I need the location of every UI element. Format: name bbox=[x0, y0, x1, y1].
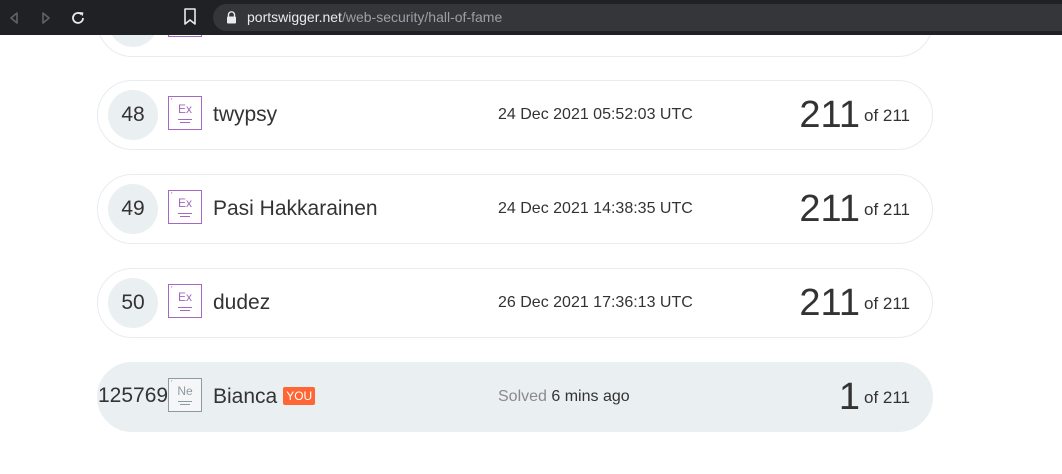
rank-number: 50 bbox=[108, 278, 158, 328]
expert-badge-icon: ' Ex bbox=[168, 190, 202, 224]
score-total: of 211 bbox=[863, 199, 910, 219]
forward-icon bbox=[42, 12, 50, 24]
badge-symbol: Ex bbox=[177, 102, 192, 116]
address-bar[interactable]: portswigger.net/web-security/hall-of-fam… bbox=[213, 4, 1062, 31]
reload-icon bbox=[72, 12, 84, 24]
browser-toolbar: portswigger.net/web-security/hall-of-fam… bbox=[0, 0, 1062, 35]
badge-symbol: Ex bbox=[177, 196, 192, 210]
badge-symbol: Ne bbox=[177, 384, 193, 398]
completion-date: 26 Dec 2021 17:36:13 UTC bbox=[498, 294, 693, 311]
user-name: Pasi Hakkarainen bbox=[213, 197, 378, 220]
score: 211 of 211 bbox=[799, 94, 910, 137]
score-total: of 211 bbox=[863, 105, 910, 125]
score: 211 of 211 bbox=[799, 188, 910, 231]
score: 1 of 211 bbox=[839, 376, 910, 419]
expert-badge-icon bbox=[168, 35, 202, 37]
badge-symbol: Ex bbox=[177, 290, 192, 304]
completion-date: 24 Dec 2021 05:52:03 UTC bbox=[498, 106, 693, 123]
score-total: of 211 bbox=[863, 293, 910, 313]
url-host: portswigger.net bbox=[247, 9, 342, 25]
back-icon bbox=[10, 12, 18, 24]
user-name: twypsy bbox=[213, 103, 278, 126]
user-name-text: Bianca bbox=[213, 385, 278, 408]
rank-number: 125769 bbox=[98, 384, 169, 407]
back-button[interactable] bbox=[4, 8, 24, 28]
score: 211 of 211 bbox=[799, 282, 910, 325]
user-name: dudez bbox=[213, 291, 271, 314]
forward-button[interactable] bbox=[36, 8, 56, 28]
bookmark-icon bbox=[184, 8, 196, 25]
url-text: portswigger.net/web-security/hall-of-fam… bbox=[247, 9, 502, 25]
score-total: of 211 bbox=[863, 387, 910, 407]
reload-button[interactable] bbox=[68, 8, 88, 28]
lock-icon bbox=[226, 11, 237, 29]
rank-number: 49 bbox=[108, 184, 158, 234]
hall-of-fame-list: 48 ' Ex twypsy 24 Dec 2021 05:52:03 UTC … bbox=[0, 35, 1062, 474]
url-path: /web-security/hall-of-fame bbox=[341, 9, 503, 25]
score-value: 211 bbox=[799, 188, 860, 230]
bookmark-button[interactable] bbox=[183, 8, 197, 31]
solved-time: 6 mins ago bbox=[551, 388, 630, 405]
rank-circle bbox=[108, 35, 158, 47]
score-value: 211 bbox=[799, 282, 860, 324]
score-value: 211 bbox=[799, 94, 860, 136]
newbie-badge-icon: ' Ne bbox=[168, 378, 202, 412]
current-user-row: 125769 ' Ne Bianca YOU Solved 6 mins ago … bbox=[97, 362, 933, 432]
you-badge: YOU bbox=[283, 387, 316, 405]
expert-badge-icon: ' Ex bbox=[168, 96, 202, 130]
leaderboard-row: 49 ' Ex Pasi Hakkarainen 24 Dec 2021 14:… bbox=[97, 174, 933, 244]
user-name: Bianca YOU bbox=[213, 385, 316, 409]
solved-status: Solved 6 mins ago bbox=[498, 388, 630, 406]
solved-label: Solved bbox=[498, 388, 547, 405]
rank-number: 48 bbox=[108, 90, 158, 140]
leaderboard-row: 48 ' Ex twypsy 24 Dec 2021 05:52:03 UTC … bbox=[97, 80, 933, 150]
leaderboard-row: 50 ' Ex dudez 26 Dec 2021 17:36:13 UTC 2… bbox=[97, 268, 933, 338]
completion-date: 24 Dec 2021 14:38:35 UTC bbox=[498, 200, 693, 217]
expert-badge-icon: ' Ex bbox=[168, 284, 202, 318]
leaderboard-row-partial bbox=[97, 35, 933, 57]
score-value: 1 bbox=[838, 376, 860, 418]
